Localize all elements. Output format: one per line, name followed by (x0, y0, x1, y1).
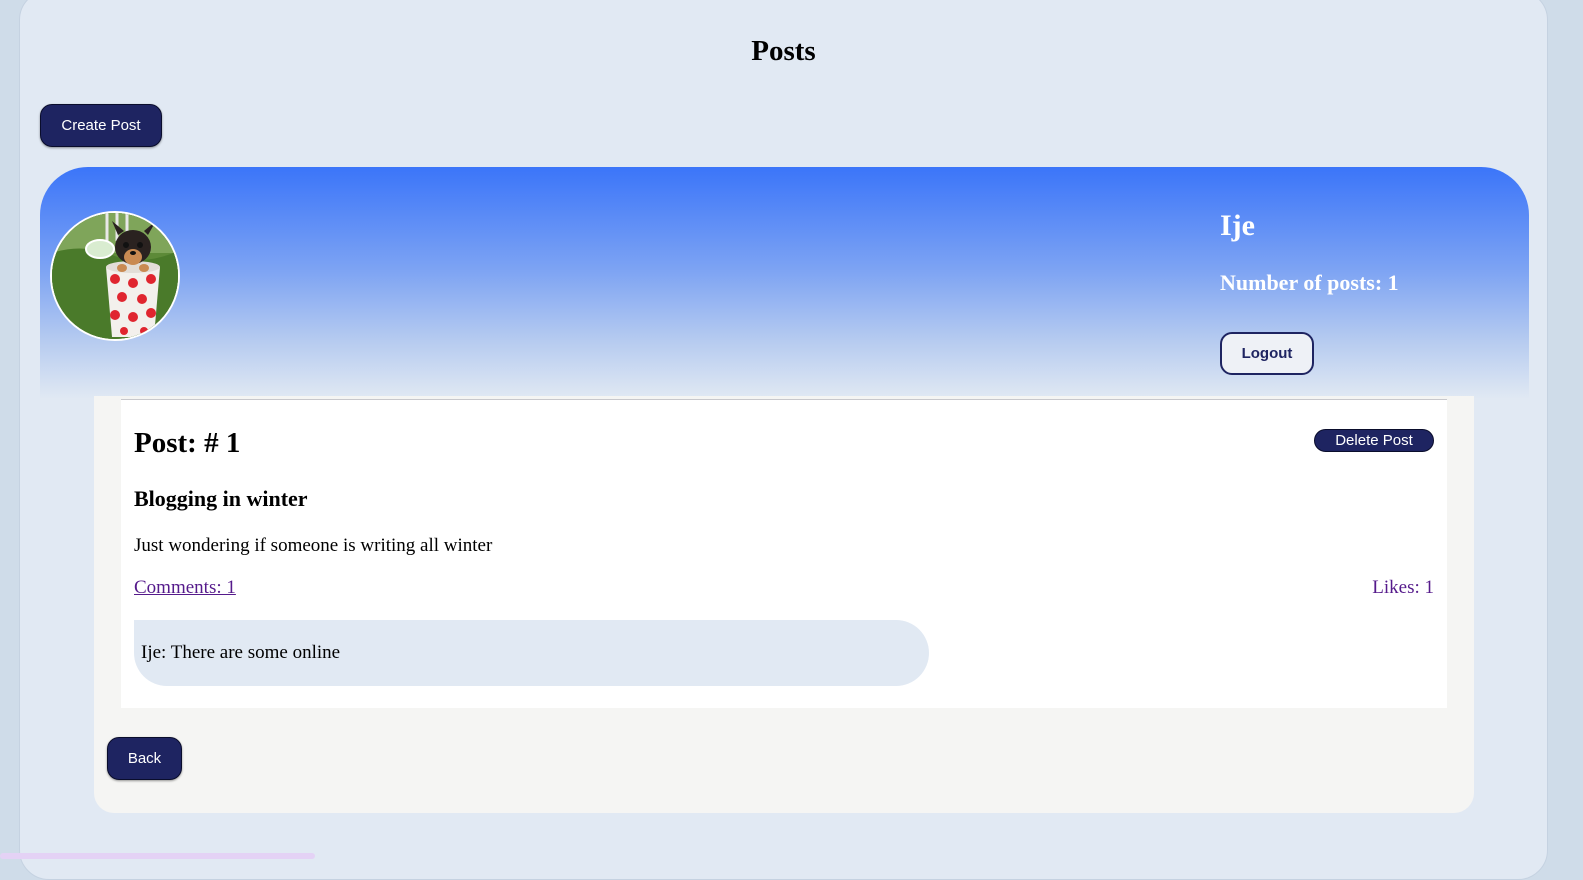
comment-item: Ije: There are some online (134, 620, 929, 686)
post-title: Blogging in winter (134, 486, 308, 511)
avatar (50, 211, 180, 341)
scroll-indicator (0, 853, 315, 859)
dog-in-cup-image (52, 213, 178, 339)
post-count: Number of posts: 1 (1220, 270, 1399, 295)
delete-post-button[interactable]: Delete Post (1314, 429, 1434, 452)
page-title: Posts (751, 35, 816, 67)
posts-feed: Post: # 1 Delete Post Blogging in winter… (94, 396, 1474, 813)
back-button[interactable]: Back (107, 737, 182, 780)
post-number: Post: # 1 (134, 427, 241, 459)
logout-button[interactable]: Logout (1220, 332, 1314, 375)
profile-banner: Ije Number of posts: 1 Logout (40, 167, 1529, 399)
likes-count: Likes: 1 (1372, 577, 1434, 598)
comments-link[interactable]: Comments: 1 (134, 577, 236, 599)
page-container: Posts Create Post Ije Number of posts: 1… (19, 0, 1548, 880)
post-body: Just wondering if someone is writing all… (134, 535, 493, 556)
create-post-button[interactable]: Create Post (40, 104, 162, 147)
profile-username: Ije (1220, 209, 1255, 242)
post-card: Post: # 1 Delete Post Blogging in winter… (121, 399, 1447, 708)
